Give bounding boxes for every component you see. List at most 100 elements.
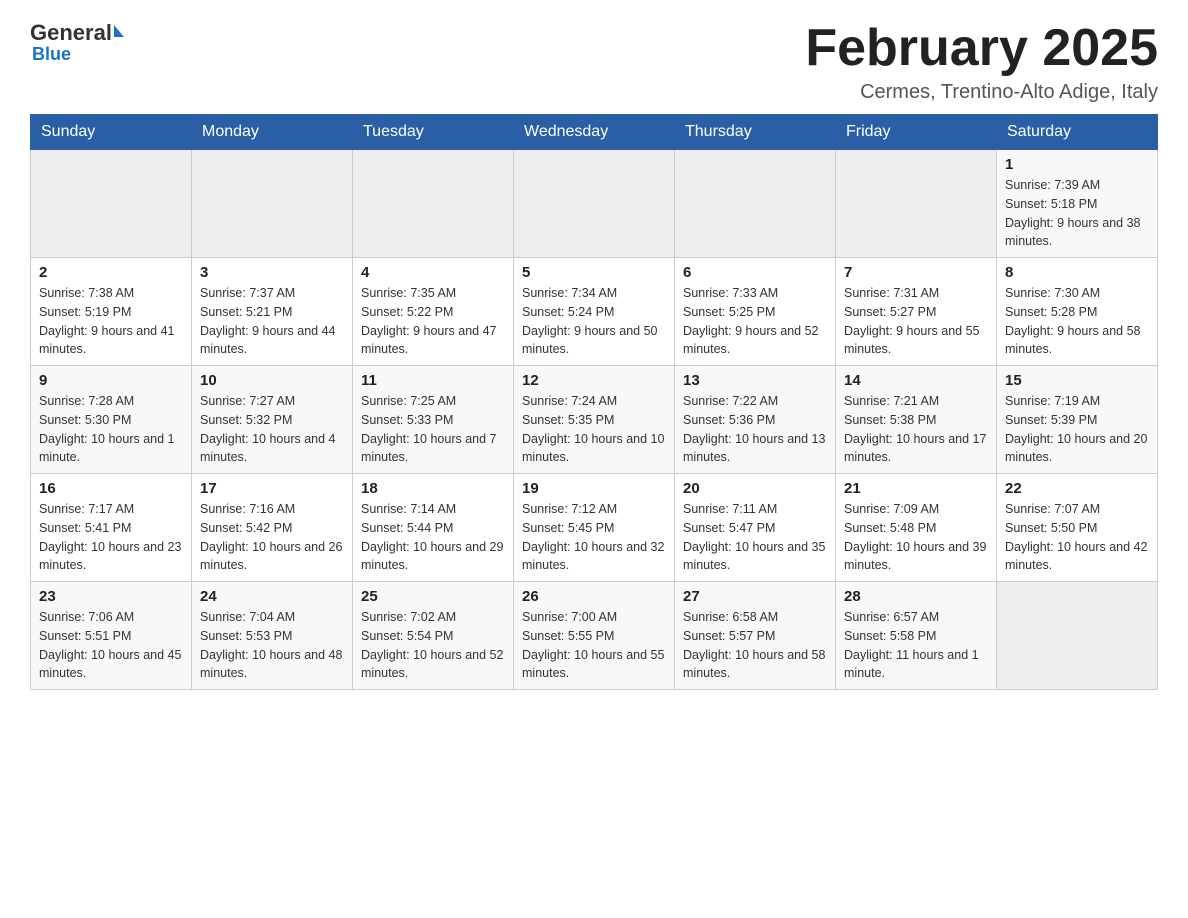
day-number: 21 [844,480,988,497]
day-number: 5 [522,264,666,281]
day-info: Sunrise: 7:04 AMSunset: 5:53 PMDaylight:… [200,608,344,683]
logo-text: General [30,20,124,46]
day-number: 23 [39,588,183,605]
calendar-cell: 14 Sunrise: 7:21 AMSunset: 5:38 PMDayligh… [836,366,997,474]
day-info: Sunrise: 7:00 AMSunset: 5:55 PMDaylight:… [522,608,666,683]
weekday-header-sunday: Sunday [31,115,192,150]
weekday-header-row: SundayMondayTuesdayWednesdayThursdayFrid… [31,115,1158,150]
day-number: 27 [683,588,827,605]
day-info: Sunrise: 7:16 AMSunset: 5:42 PMDaylight:… [200,500,344,575]
calendar-cell: 19 Sunrise: 7:12 AMSunset: 5:45 PMDayligh… [514,474,675,582]
calendar-cell [514,150,675,258]
day-info: Sunrise: 7:35 AMSunset: 5:22 PMDaylight:… [361,284,505,359]
week-row-2: 2Sunrise: 7:38 AMSunset: 5:19 PMDaylight… [31,258,1158,366]
calendar-cell: 12Sunrise: 7:24 AMSunset: 5:35 PMDayligh… [514,366,675,474]
day-number: 4 [361,264,505,281]
day-info: Sunrise: 7:12 AMSunset: 5:45 PMDaylight:… [522,500,666,575]
day-number: 8 [1005,264,1149,281]
calendar-cell: 25 Sunrise: 7:02 AMSunset: 5:54 PMDayligh… [353,582,514,690]
week-row-1: 1Sunrise: 7:39 AMSunset: 5:18 PMDaylight… [31,150,1158,258]
day-info: Sunrise: 7:21 AMSunset: 5:38 PMDaylight:… [844,392,988,467]
logo-blue-text: Blue [32,44,71,65]
day-number: 19 [522,480,666,497]
day-info: Sunrise: 7:25 AMSunset: 5:33 PMDaylight:… [361,392,505,467]
calendar-cell: 1Sunrise: 7:39 AMSunset: 5:18 PMDaylight… [997,150,1158,258]
day-number: 1 [1005,156,1149,173]
day-number: 25 [361,588,505,605]
calendar-cell: 11 Sunrise: 7:25 AMSunset: 5:33 PMDayligh… [353,366,514,474]
day-number: 9 [39,372,183,389]
day-info: Sunrise: 7:17 AMSunset: 5:41 PMDaylight:… [39,500,183,575]
calendar-cell: 13Sunrise: 7:22 AMSunset: 5:36 PMDayligh… [675,366,836,474]
calendar-cell: 20 Sunrise: 7:11 AMSunset: 5:47 PMDayligh… [675,474,836,582]
weekday-header-wednesday: Wednesday [514,115,675,150]
calendar-cell: 15 Sunrise: 7:19 AMSunset: 5:39 PMDayligh… [997,366,1158,474]
day-info: Sunrise: 7:30 AMSunset: 5:28 PMDaylight:… [1005,284,1149,359]
calendar-cell: 22 Sunrise: 7:07 AMSunset: 5:50 PMDayligh… [997,474,1158,582]
day-info: Sunrise: 7:27 AMSunset: 5:32 PMDaylight:… [200,392,344,467]
day-number: 14 [844,372,988,389]
week-row-5: 23 Sunrise: 7:06 AMSunset: 5:51 PMDayligh… [31,582,1158,690]
calendar-cell: 5 Sunrise: 7:34 AMSunset: 5:24 PMDaylight… [514,258,675,366]
calendar-cell: 17 Sunrise: 7:16 AMSunset: 5:42 PMDayligh… [192,474,353,582]
page-header: General Blue February 2025 Cermes, Trent… [30,20,1158,104]
day-number: 20 [683,480,827,497]
calendar-cell: 23 Sunrise: 7:06 AMSunset: 5:51 PMDayligh… [31,582,192,690]
day-info: Sunrise: 7:07 AMSunset: 5:50 PMDaylight:… [1005,500,1149,575]
calendar-cell: 27Sunrise: 6:58 AMSunset: 5:57 PMDayligh… [675,582,836,690]
day-number: 15 [1005,372,1149,389]
calendar-cell: 3 Sunrise: 7:37 AMSunset: 5:21 PMDaylight… [192,258,353,366]
day-number: 26 [522,588,666,605]
day-info: Sunrise: 7:06 AMSunset: 5:51 PMDaylight:… [39,608,183,683]
calendar-cell [353,150,514,258]
day-info: Sunrise: 7:22 AMSunset: 5:36 PMDaylight:… [683,392,827,467]
calendar-cell: 26 Sunrise: 7:00 AMSunset: 5:55 PMDayligh… [514,582,675,690]
calendar-cell [997,582,1158,690]
day-number: 10 [200,372,344,389]
weekday-header-tuesday: Tuesday [353,115,514,150]
day-number: 2 [39,264,183,281]
calendar-cell [31,150,192,258]
day-number: 3 [200,264,344,281]
day-number: 24 [200,588,344,605]
calendar-cell [675,150,836,258]
day-number: 12 [522,372,666,389]
day-info: Sunrise: 7:14 AMSunset: 5:44 PMDaylight:… [361,500,505,575]
day-info: Sunrise: 7:33 AMSunset: 5:25 PMDaylight:… [683,284,827,359]
weekday-header-saturday: Saturday [997,115,1158,150]
calendar-cell: 2Sunrise: 7:38 AMSunset: 5:19 PMDaylight… [31,258,192,366]
day-number: 11 [361,372,505,389]
calendar-cell: 9 Sunrise: 7:28 AMSunset: 5:30 PMDaylight… [31,366,192,474]
day-number: 28 [844,588,988,605]
day-number: 7 [844,264,988,281]
day-info: Sunrise: 7:19 AMSunset: 5:39 PMDaylight:… [1005,392,1149,467]
day-info: Sunrise: 7:31 AMSunset: 5:27 PMDaylight:… [844,284,988,359]
week-row-4: 16 Sunrise: 7:17 AMSunset: 5:41 PMDayligh… [31,474,1158,582]
day-number: 6 [683,264,827,281]
day-number: 22 [1005,480,1149,497]
day-info: Sunrise: 7:37 AMSunset: 5:21 PMDaylight:… [200,284,344,359]
day-info: Sunrise: 7:28 AMSunset: 5:30 PMDaylight:… [39,392,183,467]
day-info: Sunrise: 7:11 AMSunset: 5:47 PMDaylight:… [683,500,827,575]
calendar-subtitle: Cermes, Trentino-Alto Adige, Italy [805,81,1158,104]
calendar-cell: 6 Sunrise: 7:33 AMSunset: 5:25 PMDaylight… [675,258,836,366]
day-info: Sunrise: 7:02 AMSunset: 5:54 PMDaylight:… [361,608,505,683]
calendar-cell: 18 Sunrise: 7:14 AMSunset: 5:44 PMDayligh… [353,474,514,582]
logo-arrow-icon [114,25,124,37]
logo-general: General [30,20,112,46]
calendar-cell: 8 Sunrise: 7:30 AMSunset: 5:28 PMDaylight… [997,258,1158,366]
calendar-cell: 21 Sunrise: 7:09 AMSunset: 5:48 PMDayligh… [836,474,997,582]
calendar-cell [192,150,353,258]
week-row-3: 9 Sunrise: 7:28 AMSunset: 5:30 PMDaylight… [31,366,1158,474]
calendar-cell: 4 Sunrise: 7:35 AMSunset: 5:22 PMDaylight… [353,258,514,366]
calendar-cell: 10 Sunrise: 7:27 AMSunset: 5:32 PMDayligh… [192,366,353,474]
day-info: Sunrise: 7:34 AMSunset: 5:24 PMDaylight:… [522,284,666,359]
day-number: 18 [361,480,505,497]
calendar-cell: 16 Sunrise: 7:17 AMSunset: 5:41 PMDayligh… [31,474,192,582]
day-number: 17 [200,480,344,497]
title-area: February 2025 Cermes, Trentino-Alto Adig… [805,20,1158,104]
day-number: 16 [39,480,183,497]
day-info: Sunrise: 7:09 AMSunset: 5:48 PMDaylight:… [844,500,988,575]
weekday-header-monday: Monday [192,115,353,150]
calendar-table: SundayMondayTuesdayWednesdayThursdayFrid… [30,114,1158,690]
